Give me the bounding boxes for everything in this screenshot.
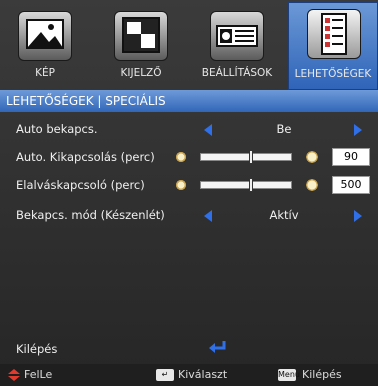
tab-kijelzo[interactable]: KIJELZŐ (96, 5, 186, 87)
setting-row-power-mode[interactable]: Bekapcs. mód (Készenlét) Aktív (0, 205, 378, 227)
setting-row-auto-power-off[interactable]: Auto. Kikapcsolás (perc) 90 (0, 147, 378, 169)
setting-row-sleep-timer[interactable]: Elalváskapcsoló (perc) 500 (0, 175, 378, 197)
slider-knob[interactable] (248, 150, 253, 164)
display-icon (114, 11, 168, 61)
increase-sun-icon[interactable] (305, 150, 319, 164)
decrease-sun-icon[interactable] (174, 150, 188, 164)
tab-lehetosegek[interactable]: LEHETŐSÉGEK (288, 2, 378, 90)
slider-knob[interactable] (248, 178, 253, 192)
osd-menu: KÉP KIJELZŐ BEÁLLÍTÁSOK LEHETŐSÉGEK LEHE… (0, 0, 378, 386)
footer-bar: FelLe ↵ Kiválaszt Menu Kilépés (0, 364, 378, 386)
menu-key-icon: Menu (278, 369, 300, 381)
tab-kijelzo-label: KIJELZŐ (120, 67, 162, 79)
right-arrow-icon[interactable] (354, 124, 362, 136)
tab-beallitasok-label: BEÁLLÍTÁSOK (201, 67, 273, 79)
setting-value: Be (276, 122, 292, 136)
tab-beallitasok[interactable]: BEÁLLÍTÁSOK (192, 5, 282, 87)
sleep-timer-value-box[interactable]: 500 (332, 176, 370, 194)
setting-label: Bekapcs. mód (Készenlét) (16, 208, 165, 222)
power-off-slider[interactable] (200, 150, 292, 164)
increase-sun-icon[interactable] (305, 178, 319, 192)
setting-label: Auto. Kikapcsolás (perc) (16, 150, 155, 164)
picture-icon (18, 11, 72, 61)
setting-label: Elalváskapcsoló (perc) (16, 178, 145, 192)
options-icon (307, 9, 361, 59)
right-arrow-icon[interactable] (354, 210, 362, 222)
setting-label: Auto bekapcs. (16, 122, 98, 136)
page-title: LEHETŐSÉGEK | SPECIÁLIS (0, 90, 378, 112)
left-arrow-icon[interactable] (204, 210, 212, 222)
left-arrow-icon[interactable] (204, 124, 212, 136)
updown-arrow-icon (8, 369, 20, 381)
sleep-timer-slider[interactable] (200, 178, 292, 192)
setting-value: Aktív (269, 208, 299, 222)
tab-kep-label: KÉP (35, 67, 55, 79)
setting-row-auto-power-on[interactable]: Auto bekapcs. Be (0, 119, 378, 141)
footer-updown-label: FelLe (24, 368, 53, 381)
enter-key-icon: ↵ (156, 369, 174, 381)
settings-icon (210, 11, 264, 61)
exit-item[interactable]: Kilépés (16, 342, 57, 356)
enter-icon[interactable] (208, 340, 228, 356)
tab-lehetosegek-label: LEHETŐSÉGEK (294, 68, 372, 80)
footer-select-label: Kiválaszt (178, 368, 228, 381)
tab-kep[interactable]: KÉP (0, 5, 90, 87)
footer-exit-label: Kilépés (302, 368, 342, 381)
power-off-value-box[interactable]: 90 (332, 148, 370, 166)
tab-bar: KÉP KIJELZŐ BEÁLLÍTÁSOK LEHETŐSÉGEK (0, 0, 378, 90)
decrease-sun-icon[interactable] (174, 178, 188, 192)
